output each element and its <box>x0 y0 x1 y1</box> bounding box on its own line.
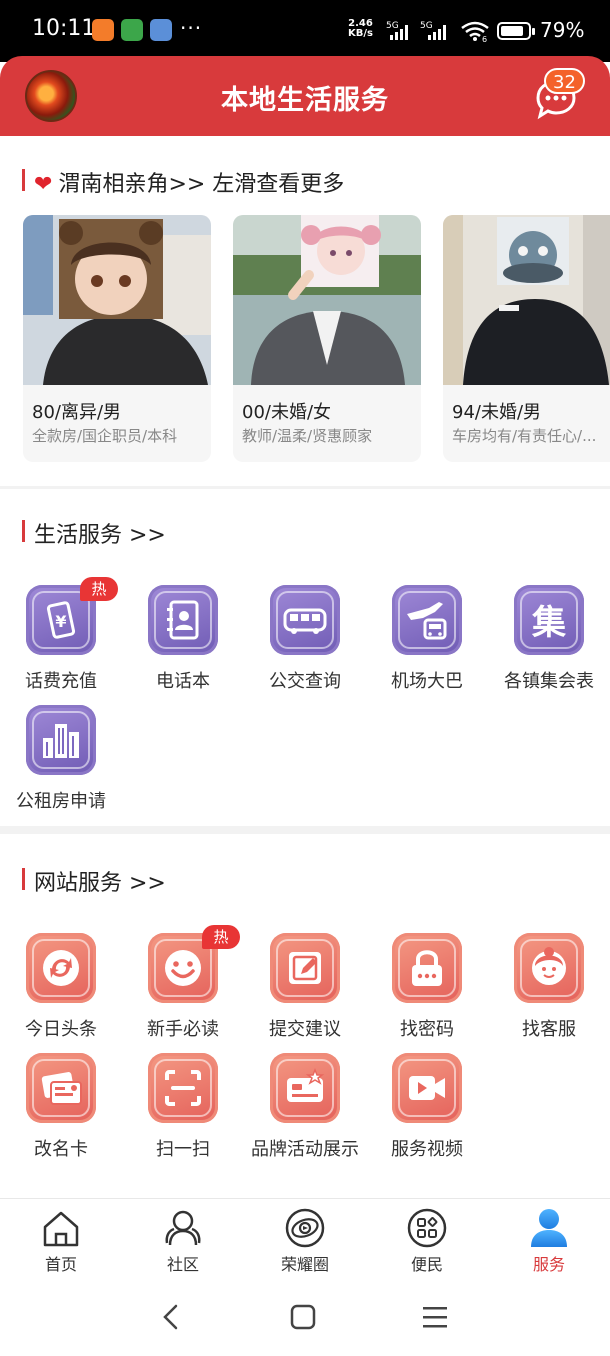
app-notification-icon <box>121 19 143 41</box>
community-icon <box>165 1210 201 1246</box>
service-airport-bus[interactable]: 机场大巴 <box>366 585 488 697</box>
service-scan[interactable]: 扫一扫 <box>122 1053 244 1165</box>
service-customer-service[interactable]: 找客服 <box>488 933 610 1045</box>
svg-text:5G: 5G <box>420 21 433 31</box>
dating-profile-card[interactable]: 80/离异/男 全款房/国企职员/本科 <box>23 215 211 462</box>
wifi-icon: 6 <box>461 21 489 42</box>
scan-icon <box>148 1053 218 1123</box>
profile-photo <box>23 215 211 385</box>
battery-percentage: 79% <box>540 18 585 42</box>
service-label: 服务视频 <box>391 1139 463 1160</box>
service-phone-recharge[interactable]: ¥ 热 话费充值 <box>0 577 122 697</box>
airport-bus-icon <box>392 585 462 655</box>
market-icon: 集 <box>514 585 584 655</box>
profile-summary: 00/未婚/女 <box>242 402 332 423</box>
rename-card-icon <box>26 1053 96 1123</box>
service-town-market[interactable]: 集 各镇集会表 <box>488 585 610 697</box>
service-label: 品牌活动展示 <box>251 1139 359 1160</box>
network-speed: 2.46 KB/s <box>348 18 373 39</box>
service-rename-card[interactable]: 改名卡 <box>0 1053 122 1165</box>
dating-profile-card[interactable]: 94/未婚/男 车房均有/有责任心/... <box>443 215 610 462</box>
phonebook-icon <box>148 585 218 655</box>
video-icon <box>392 1053 462 1123</box>
heart-icon: ❤ <box>34 172 53 197</box>
profile-details: 教师/温柔/贤惠顾家 <box>242 427 373 445</box>
service-label: 各镇集会表 <box>504 671 594 692</box>
service-label: 公租房申请 <box>16 791 106 812</box>
profile-photo <box>233 215 421 385</box>
menu-icon[interactable] <box>420 1302 450 1332</box>
service-label: 找客服 <box>522 1019 576 1040</box>
hot-badge: 热 <box>80 577 118 601</box>
brand-card-icon <box>270 1053 340 1123</box>
nav-convenience[interactable]: 便民 <box>366 1199 488 1279</box>
status-bar: 10:11 ··· 2.46 KB/s 5G 5G 6 79% <box>0 0 610 62</box>
service-label: 找密码 <box>400 1019 454 1040</box>
more-notifications-icon: ··· <box>180 16 203 40</box>
user-icon <box>531 1209 567 1247</box>
system-navigation-bar <box>0 1280 610 1356</box>
home-icon <box>43 1211 79 1247</box>
dating-card-carousel[interactable]: 80/离异/男 全款房/国企职员/本科 00/未婚/女 教师/温柔/贤惠顾家 9… <box>0 215 610 465</box>
section-divider <box>0 486 610 489</box>
svg-text:5G: 5G <box>386 21 399 31</box>
profile-details: 车房均有/有责任心/... <box>452 427 597 445</box>
service-phonebook[interactable]: 电话本 <box>122 585 244 697</box>
service-newbie-guide[interactable]: 热 新手必读 <box>122 925 244 1045</box>
public-housing-icon <box>26 705 96 775</box>
app-notification-icon <box>92 19 114 41</box>
profile-summary: 94/未婚/男 <box>452 402 542 423</box>
service-label: 新手必读 <box>147 1019 219 1040</box>
service-public-housing[interactable]: 公租房申请 <box>0 705 122 817</box>
life-services-title[interactable]: 生活服务 >> <box>22 517 166 549</box>
service-find-password[interactable]: 找密码 <box>366 933 488 1045</box>
service-label: 机场大巴 <box>391 671 463 692</box>
bus-icon <box>270 585 340 655</box>
page-title: 本地生活服务 <box>221 85 389 116</box>
convenience-icon <box>407 1208 447 1248</box>
home-button-icon[interactable] <box>288 1302 318 1332</box>
section-divider <box>0 826 610 834</box>
svg-text:¥: ¥ <box>55 612 66 631</box>
service-label: 扫一扫 <box>156 1139 210 1160</box>
hot-badge: 热 <box>202 925 240 949</box>
profile-summary: 80/离异/男 <box>32 402 122 423</box>
signal-icon: 5G <box>420 21 446 40</box>
app-header: 本地生活服务 32 <box>0 56 610 136</box>
nav-community[interactable]: 社区 <box>122 1199 244 1279</box>
bottom-navigation: 首页 社区 荣耀圈 便民 服务 <box>0 1198 610 1278</box>
app-notification-icon <box>150 19 172 41</box>
service-brand-showcase[interactable]: 品牌活动展示 <box>244 1053 366 1165</box>
service-today-headlines[interactable]: 今日头条 <box>0 933 122 1045</box>
web-services-title[interactable]: 网站服务 >> <box>22 865 166 897</box>
back-icon[interactable] <box>156 1302 186 1332</box>
nav-home[interactable]: 首页 <box>0 1199 122 1279</box>
service-submit-suggestion[interactable]: 提交建议 <box>244 933 366 1045</box>
signal-icon: 5G <box>386 21 408 40</box>
lock-icon <box>392 933 462 1003</box>
dating-section-title[interactable]: ❤ 渭南相亲角>> 左滑查看更多 <box>22 166 344 198</box>
dating-profile-card[interactable]: 00/未婚/女 教师/温柔/贤惠顾家 <box>233 215 421 462</box>
battery-icon <box>497 22 535 40</box>
svg-text:集: 集 <box>531 603 566 643</box>
service-bus-query[interactable]: 公交查询 <box>244 585 366 697</box>
nav-service[interactable]: 服务 <box>488 1199 610 1279</box>
refresh-icon <box>26 933 96 1003</box>
service-label: 公交查询 <box>269 671 341 692</box>
service-label: 提交建议 <box>269 1019 341 1040</box>
customer-service-icon <box>514 933 584 1003</box>
message-count-badge: 32 <box>544 68 585 94</box>
honor-circle-icon <box>285 1208 325 1248</box>
status-time: 10:11 <box>32 16 96 41</box>
service-video[interactable]: 服务视频 <box>366 1053 488 1165</box>
profile-photo <box>443 215 610 385</box>
profile-details: 全款房/国企职员/本科 <box>32 427 178 445</box>
svg-text:6: 6 <box>482 35 487 42</box>
service-label: 电话本 <box>156 671 210 692</box>
edit-icon <box>270 933 340 1003</box>
nav-honor-circle[interactable]: 荣耀圈 <box>244 1199 366 1279</box>
